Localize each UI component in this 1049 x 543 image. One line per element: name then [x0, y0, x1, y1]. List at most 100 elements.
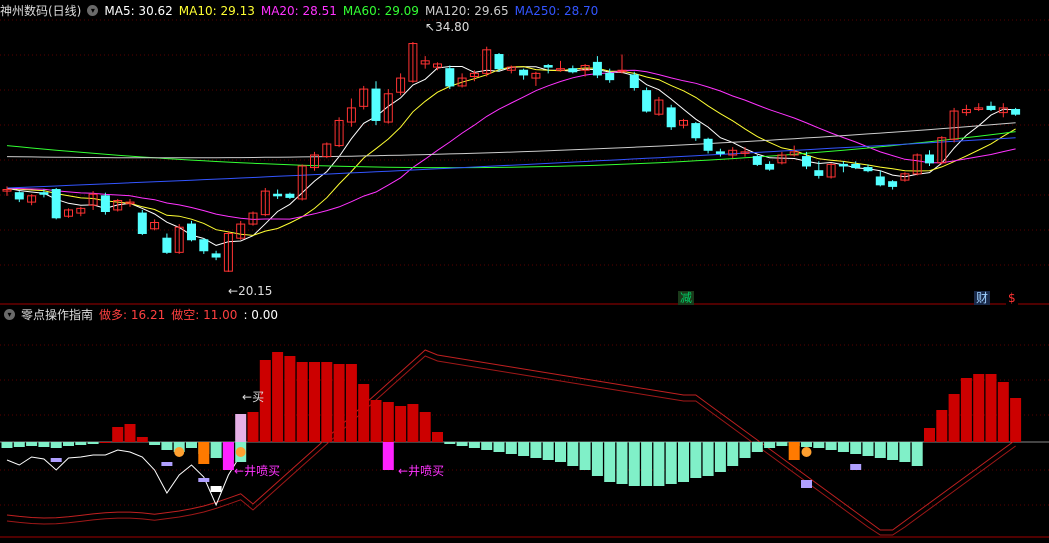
indicator-bar [1, 442, 13, 448]
candle-body [371, 88, 381, 121]
hand-pointer-icon [801, 447, 812, 457]
candle-body [752, 156, 762, 165]
candle-body [666, 107, 676, 128]
indicator-highlight [382, 442, 394, 470]
buy-signal-label: ←买 [242, 390, 265, 404]
ma-legend-item: MA250: 28.70 [514, 4, 599, 18]
moving-average-lines [6, 66, 1016, 246]
candle-body [642, 90, 652, 112]
ma-legend: MA5: 30.62 MA10: 29.13 MA20: 28.51 MA60: 29… [104, 4, 604, 18]
indicator-bar [714, 442, 726, 472]
chart-title[interactable]: 神州数码(日线) [0, 4, 81, 18]
indicator-highlight [222, 442, 234, 470]
indicator-legend-item: : 0.00 [243, 308, 279, 322]
indicator-bar [690, 442, 702, 478]
indicator-bar [419, 412, 431, 442]
indicator-bar [739, 442, 751, 458]
indicator-highlight [210, 486, 222, 492]
indicator-legend-item: 做空: 11.00 [171, 308, 238, 322]
well-buy-signal-label-1: ←井喷买 [234, 464, 281, 478]
indicator-bar [641, 442, 653, 486]
event-tag-finance[interactable]: 财 [974, 291, 991, 305]
indicator-title[interactable]: 零点操作指南 [21, 308, 93, 322]
candle-body [14, 192, 24, 200]
indicator-highlight [161, 462, 173, 466]
indicator-bar [161, 442, 173, 450]
candle-body [199, 239, 209, 252]
candle-body [605, 72, 615, 81]
indicator-highlight [801, 480, 812, 488]
indicator-bar [333, 364, 345, 442]
indicator-bar [653, 442, 665, 486]
indicator-bar [186, 442, 197, 448]
candle-body [863, 167, 873, 172]
candle-body [765, 163, 775, 170]
ma-line [6, 69, 1016, 220]
indicator-bar [997, 382, 1009, 442]
low-price-label: ←20.15 [228, 284, 273, 298]
candle-body [875, 176, 885, 186]
candle-body [888, 181, 898, 187]
indicator-settings-circle-icon[interactable]: ▾ [4, 309, 15, 320]
stock-chart-canvas[interactable] [0, 0, 1049, 543]
indicator-bar [924, 428, 935, 442]
candlestick-series [2, 41, 1021, 272]
candle-body [211, 253, 221, 258]
indicator-highlight [50, 458, 62, 462]
indicator-bar [936, 410, 948, 442]
indicator-bar [616, 442, 628, 484]
indicator-bar [776, 442, 788, 446]
indicator-bar [837, 442, 849, 452]
candle-body [715, 151, 725, 154]
candle-body [494, 54, 504, 70]
indicator-bar [518, 442, 530, 456]
indicator-bar [444, 442, 456, 444]
hand-pointer-icon [174, 447, 185, 457]
indicator-bar [136, 437, 148, 442]
indicator-bar [370, 400, 382, 442]
indicator-bar [604, 442, 616, 482]
indicator-bar [751, 442, 763, 452]
indicator-bar [493, 442, 505, 452]
indicator-bar [899, 442, 911, 462]
indicator-bar [628, 442, 640, 486]
candle-body [986, 105, 996, 110]
indicator-bar [345, 364, 357, 442]
indicator-highlight [198, 478, 210, 482]
indicator-bar [481, 442, 493, 450]
indicator-bar [75, 442, 87, 445]
candle-body [925, 154, 934, 164]
settings-circle-icon[interactable]: ▾ [87, 5, 99, 16]
indicator-bar [948, 394, 960, 442]
ma-legend-item: MA10: 29.13 [178, 4, 255, 18]
candle-body [691, 123, 701, 139]
event-tag-reduce[interactable]: 减 [678, 291, 695, 305]
indicator-bar [542, 442, 554, 460]
indicator-bar [911, 442, 923, 466]
indicator-bar [591, 442, 603, 476]
indicator-bar [727, 442, 739, 466]
indicator-bar [530, 442, 542, 458]
indicator-bar [124, 424, 136, 442]
candle-body [1011, 108, 1021, 115]
indicator-bar [321, 362, 333, 442]
indicator-bar [960, 378, 972, 442]
event-tag-dividend[interactable]: $ [1006, 291, 1018, 305]
ma-legend-item: MA60: 29.09 [342, 4, 419, 18]
indicator-bar [825, 442, 837, 450]
candle-body [814, 170, 824, 176]
indicator-highlight [788, 442, 800, 460]
indicator-bar [973, 374, 985, 442]
indicator-bar [678, 442, 689, 482]
indicator-highlight [198, 442, 210, 464]
ma-legend-item: MA20: 28.51 [260, 4, 337, 18]
candle-body [519, 69, 529, 76]
candle-body [51, 189, 61, 219]
indicator-bar [87, 442, 99, 444]
indicator-bar [50, 442, 62, 448]
indicator-bar [456, 442, 468, 446]
candle-body [100, 195, 110, 213]
ma-legend-item: MA5: 30.62 [104, 4, 173, 18]
ma-line [6, 66, 1016, 236]
candle-body [703, 138, 713, 151]
